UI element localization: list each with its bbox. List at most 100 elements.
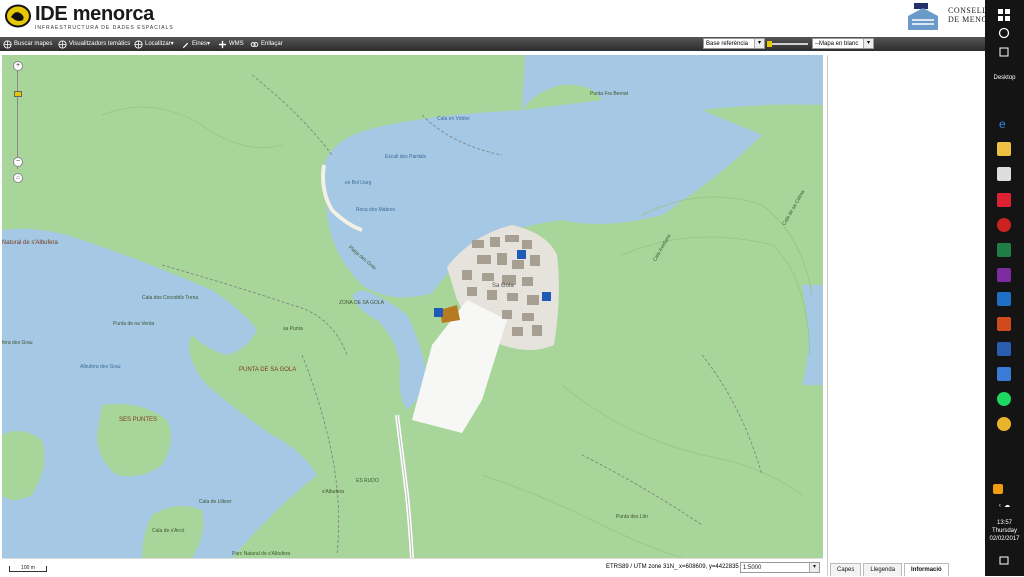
wms-label: WMS (229, 41, 244, 47)
wms-button[interactable]: WMS (218, 38, 244, 50)
clock-time: 13:57 (996, 520, 1012, 526)
powerpoint-icon[interactable] (997, 317, 1011, 331)
chrome-icon[interactable] (997, 417, 1011, 431)
tab-llegenda[interactable]: Llegenda (863, 563, 903, 576)
map-viewport[interactable]: + − ⌂ Natural de s'Albufera Punta Fra Be… (2, 55, 823, 558)
globe-icon (3, 39, 12, 49)
move-icon (218, 40, 227, 48)
map-label: Punta de na Venta (113, 321, 155, 327)
tray-icons: ‹ ☁ (998, 503, 1011, 509)
tab-informacio[interactable]: Informació (904, 563, 949, 576)
map-label: s'Albufera (322, 489, 345, 495)
cortana-icon[interactable] (997, 26, 1011, 40)
app-icon[interactable] (997, 367, 1011, 381)
map-label: es Bol Llarg (345, 180, 372, 186)
outlook-icon[interactable] (997, 292, 1011, 306)
zoom-in-button[interactable]: + (13, 61, 23, 71)
visualitzadors-label: Visualitzadors temàtics (69, 41, 131, 47)
clock-day: Thursday (991, 528, 1017, 534)
overlay-map-select[interactable]: --Mapa en blanc ▾ (812, 38, 874, 49)
map-label: Cala de s'Arcó (152, 528, 185, 534)
map-label: ES RUDO (356, 478, 379, 484)
zoom-out-button[interactable]: − (13, 157, 23, 167)
buscar-mapes-button[interactable]: Buscar mapes (3, 38, 52, 50)
status-bar: 100 m ETRS89 / UTM zone 31N_ x=608609, y… (2, 558, 823, 577)
map-label: Punta Fra Bernat (590, 91, 629, 97)
brand-subtitle: INFRAESTRUCTURA DE DADES ESPACIALS (35, 25, 174, 31)
desktop-label[interactable]: Desktop (985, 75, 1024, 81)
brand-name: IDE menorca (35, 3, 154, 25)
app-header: IDE menorca INFRAESTRUCTURA DE DADES ESP… (0, 0, 985, 38)
pencil-icon (182, 42, 189, 48)
map-label: Cala des Cocodrils Trena (142, 295, 199, 301)
eines-menu[interactable]: Eines▾ (181, 38, 210, 50)
map-label: SES PUNTES (119, 417, 158, 423)
coordinate-readout: ETRS89 / UTM zone 31N_ x=608609, y=44228… (606, 564, 739, 570)
consell-line1: CONSELL INSULAR (948, 6, 985, 15)
chevron-down-icon: ▾ (809, 563, 819, 572)
map-label: Escull des Pardals (385, 154, 427, 160)
excel-icon[interactable] (997, 243, 1011, 257)
map-label: Sa Gola (492, 283, 514, 289)
visualitzadors-button[interactable]: Visualitzadors temàtics (58, 38, 130, 50)
system-clock[interactable]: 13:57 Thursday 02/02/2017 (985, 519, 1024, 543)
spotify-icon[interactable] (997, 392, 1011, 406)
chevron-down-icon: ▾ (863, 39, 873, 48)
map-label: sa Punta (283, 326, 303, 332)
overlay-map-value: --Mapa en blanc (815, 41, 859, 47)
map-label: Punta des Lliri (616, 514, 648, 520)
opacity-slider[interactable] (767, 41, 809, 47)
store-icon[interactable] (997, 167, 1011, 181)
scale-value: 1:5000 (743, 565, 762, 571)
base-map-value: Base referència (706, 41, 749, 47)
map-label: ZONA DE SA GOLA (339, 300, 385, 306)
tab-capes[interactable]: Capes (830, 563, 862, 576)
consell-logo: CONSELL INSULAR DE MENORCA (906, 2, 985, 34)
map-label: Natural de s'Albufera (2, 240, 58, 246)
map-label: Roca des Mabres (356, 207, 396, 213)
edge-browser-icon[interactable]: e (997, 116, 1011, 130)
globe-icon (58, 39, 67, 49)
app-icon[interactable] (997, 218, 1011, 232)
map-canvas[interactable] (2, 55, 823, 558)
windows-taskbar: Desktop e ‹ ☁ 13:57 Thursday 02/02/2017 (985, 0, 1024, 576)
info-side-panel: Capes Llegenda Informació (827, 55, 986, 576)
svg-text:e: e (999, 117, 1006, 130)
map-label: PUNTA DE SA GOLA (239, 367, 297, 373)
map-label: Albufera des Grau (80, 364, 121, 370)
scale-select[interactable]: 1:5000 ▾ (740, 562, 820, 573)
eines-label: Eines▾ (192, 41, 211, 47)
onenote-icon[interactable] (997, 268, 1011, 282)
globe-icon (134, 39, 143, 49)
word-icon[interactable] (997, 342, 1011, 356)
enllacar-label: Enllaçar (261, 41, 283, 47)
localitzar-label: Localitzar▾ (145, 41, 174, 47)
scale-bar: 100 m (9, 566, 47, 572)
notification-app-icon[interactable] (993, 484, 1003, 494)
base-map-select[interactable]: Base referència ▾ (703, 38, 765, 49)
side-panel-tabs: Capes Llegenda Informació (828, 560, 986, 576)
file-explorer-icon[interactable] (997, 142, 1011, 156)
chevron-down-icon: ▾ (754, 39, 764, 48)
buscar-mapes-label: Buscar mapes (14, 41, 53, 47)
zoom-control: + − ⌂ (13, 61, 23, 183)
zoom-extent-icon[interactable]: ⌂ (13, 173, 23, 183)
consell-line2: DE MENORCA (948, 15, 985, 24)
consell-emblem-icon (908, 3, 938, 30)
consell-name: CONSELL INSULAR DE MENORCA (948, 6, 985, 24)
main-toolbar: Buscar mapes Visualitzadors temàtics Loc… (0, 37, 985, 51)
link-icon (250, 41, 259, 47)
photos-icon[interactable] (997, 193, 1011, 207)
map-label: Cala de Llibrer (199, 499, 232, 505)
map-label: fera des Grau (2, 340, 33, 346)
localitzar-menu[interactable]: Localitzar▾ (134, 38, 174, 50)
zoom-level-handle[interactable] (14, 91, 22, 97)
slider-handle[interactable] (767, 41, 772, 47)
task-view-icon[interactable] (997, 45, 1011, 59)
map-label: Parc Natural de s'Albufera (232, 551, 291, 557)
enllacar-button[interactable]: Enllaçar (250, 38, 283, 50)
map-label: Cala en Vidrier (437, 116, 470, 122)
action-center-icon[interactable] (997, 554, 1011, 568)
windows-start-icon[interactable] (997, 8, 1011, 22)
clock-date: 02/02/2017 (989, 536, 1020, 542)
